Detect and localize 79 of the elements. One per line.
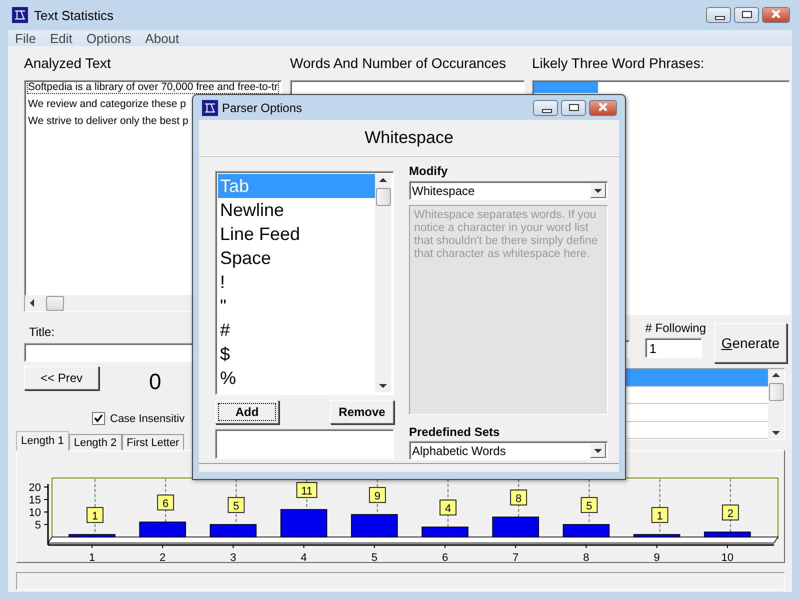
data-label: 1 bbox=[92, 510, 98, 522]
data-label: 4 bbox=[444, 503, 452, 515]
vertical-scrollbar[interactable] bbox=[375, 174, 391, 392]
field-label: Predefined Sets bbox=[409, 425, 501, 439]
axis-tick-label: 1 bbox=[88, 552, 96, 563]
data-label: 2 bbox=[722, 504, 739, 520]
prev-button[interactable]: << Prev bbox=[24, 366, 99, 390]
data-label: 5 bbox=[580, 497, 598, 513]
section-label: Analyzed Text bbox=[24, 55, 112, 73]
data-label: 2 bbox=[727, 508, 734, 520]
app-icon bbox=[12, 7, 28, 23]
maximize-button[interactable] bbox=[561, 100, 586, 116]
field-label: Modify bbox=[409, 164, 449, 178]
counter: 0 bbox=[149, 369, 162, 395]
field-label: Title: bbox=[29, 325, 55, 339]
add-button[interactable]: Add bbox=[215, 400, 279, 424]
text-line: We review and categorize these p bbox=[28, 98, 186, 110]
data-label: 9 bbox=[374, 490, 380, 502]
data-label: 5 bbox=[233, 500, 240, 512]
vertical-scrollbar[interactable] bbox=[768, 369, 784, 439]
window-title: Text Statistics bbox=[34, 8, 114, 22]
axis-tick-label: 10 bbox=[28, 507, 41, 519]
data-label: 5 bbox=[228, 497, 245, 513]
menu-item[interactable]: Options bbox=[86, 30, 132, 46]
dialog-heading: Whitespace bbox=[364, 127, 454, 149]
axis-tick-label: 2 bbox=[160, 552, 166, 563]
minimize-button[interactable] bbox=[706, 7, 731, 23]
axis-tick-label: 15 bbox=[28, 494, 41, 506]
axis-tick-label: 3 bbox=[230, 552, 236, 563]
data-label: 1 bbox=[656, 510, 663, 522]
data-label: 8 bbox=[510, 490, 527, 506]
close-button[interactable] bbox=[589, 100, 617, 116]
checkbox-label: Case Insensitiv bbox=[110, 412, 185, 424]
axis-tick-label: 5 bbox=[371, 552, 378, 563]
text-line: Softpedia is a library of over 70,000 free and free-to-tr bbox=[28, 81, 278, 93]
following-field[interactable]: 1 bbox=[645, 338, 702, 358]
tab[interactable]: Length 2 bbox=[68, 434, 122, 450]
data-label: 11 bbox=[296, 482, 318, 498]
maximize-button[interactable] bbox=[734, 7, 759, 23]
axis-tick-label: 9 bbox=[654, 552, 660, 563]
data-label: 8 bbox=[516, 493, 522, 505]
data-label: 11 bbox=[301, 486, 313, 498]
checkbox[interactable] bbox=[92, 412, 105, 425]
axis-tick-label: 6 bbox=[442, 552, 448, 563]
data-label: 1 bbox=[86, 507, 104, 523]
field-label: # Following bbox=[645, 321, 706, 335]
section-label: Likely Three Word Phrases: bbox=[532, 55, 706, 73]
axis-tick-label: 8 bbox=[583, 552, 590, 563]
data-label: 9 bbox=[369, 487, 386, 503]
axis-tick-label: 5 bbox=[34, 520, 41, 532]
menu-item[interactable]: File bbox=[15, 30, 36, 46]
axis-tick-label: 20 bbox=[28, 482, 41, 494]
data-label: 4 bbox=[440, 500, 456, 516]
minimize-button[interactable] bbox=[533, 100, 558, 116]
menu-item[interactable]: About bbox=[145, 30, 180, 46]
text-line: We strive to deliver only the best p bbox=[28, 115, 188, 127]
section-label: Words And Number of Occurances bbox=[290, 55, 508, 73]
axis-tick-label: 7 bbox=[512, 552, 519, 563]
data-label: 6 bbox=[162, 498, 169, 510]
tab[interactable]: First Letter bbox=[122, 434, 184, 450]
character-list[interactable]: Tab Newline Line Feed Space ! " # $ % bbox=[215, 171, 394, 395]
data-label: 5 bbox=[586, 500, 592, 512]
list-item[interactable]: # bbox=[218, 318, 375, 342]
menu-item[interactable]: Edit bbox=[50, 30, 72, 46]
axis-tick-label: 10 bbox=[721, 552, 734, 563]
close-button[interactable] bbox=[762, 7, 790, 23]
remove-button[interactable]: Remove bbox=[330, 400, 394, 424]
list-item[interactable]: % bbox=[218, 366, 375, 390]
axis-tick-label: 4 bbox=[300, 552, 307, 563]
modify-dropdown[interactable]: Whitespace bbox=[409, 181, 608, 200]
data-label: 1 bbox=[651, 507, 668, 523]
generate-button[interactable]: Generate bbox=[714, 323, 787, 363]
description-box: Whitespace separates words. If you notice a character in your word list that shouldn't be there simply define that character as whitespace here. bbox=[409, 205, 608, 415]
app-icon bbox=[202, 100, 218, 116]
predefined-sets-dropdown[interactable]: Alphabetic Words bbox=[409, 441, 608, 460]
tab[interactable]: Length 1 bbox=[16, 431, 69, 451]
data-label: 6 bbox=[157, 494, 174, 510]
input-field[interactable] bbox=[215, 429, 394, 459]
list-item[interactable]: $ bbox=[218, 342, 375, 366]
